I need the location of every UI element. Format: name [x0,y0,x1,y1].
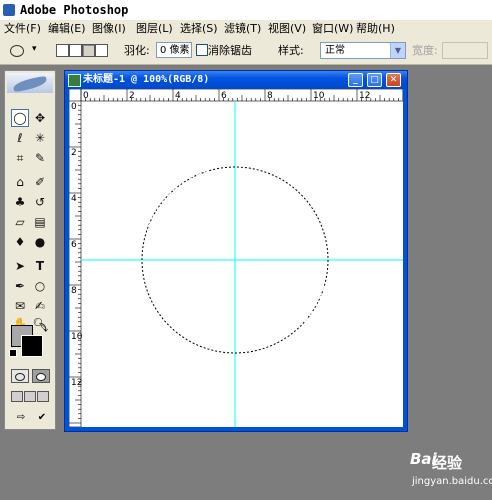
options-bar: ▾ 羽化: 0 像素 消除锯齿 样式: 正常 ▼ 宽度: [0,38,492,65]
intersect-selection-button[interactable] [95,44,108,57]
ruler-left-label: 10 [71,332,83,342]
top-ruler [69,89,403,102]
move-tool-icon[interactable]: ✥ [31,109,49,127]
document-icon [68,74,81,87]
full-screen-mode-button[interactable] [37,391,49,402]
default-colors-icon[interactable] [9,349,17,357]
full-screen-menu-mode-button[interactable] [24,391,36,402]
crop-tool-icon[interactable]: ⌗ [11,149,29,167]
toolbox-header[interactable] [7,73,53,93]
baidu-jingyan-watermark: Bai 经验 jingyan.baidu.com [380,446,492,494]
feather-icon [12,75,48,93]
ruler-top-label: 2 [129,91,135,101]
marquee-tool-icon[interactable]: ◯ [11,109,29,127]
style-label: 样式: [278,44,304,57]
ruler-top-label: 10 [313,91,325,101]
watermark-url: jingyan.baidu.com [412,476,492,487]
new-selection-button[interactable] [56,44,69,57]
magic-wand-tool-icon[interactable]: ✳ [31,129,49,147]
clone-stamp-tool-icon[interactable]: ♣ [11,193,29,211]
subtract-from-selection-button[interactable] [82,44,95,57]
jump-to-imageready-icon[interactable]: ⇨ [11,411,31,425]
shape-tool-icon[interactable]: ○ [31,277,49,295]
maximize-button[interactable]: □ [367,73,382,87]
gradient-tool-icon[interactable]: ▤ [31,213,49,231]
pen-tool-icon[interactable]: ✒ [11,277,29,295]
selection-gap-segment [304,286,325,322]
lasso-tool-icon[interactable]: ℓ [11,129,29,147]
swap-colors-icon[interactable]: ⤵ [39,321,48,334]
menu-filter[interactable]: 滤镜(T) [224,22,261,36]
path-selection-tool-icon[interactable]: ➤ [11,257,29,275]
ruler-top-label: 0 [83,91,89,101]
notes-tool-icon[interactable]: ✉ [11,297,29,315]
type-tool-icon[interactable]: T [31,257,49,275]
width-label: 宽度: [412,44,438,57]
feather-label: 羽化: [124,44,150,57]
photoshop-logo-icon [3,4,15,16]
menu-help[interactable]: 帮助(H) [356,22,395,36]
ruler-left-label: 6 [71,240,77,250]
selection-gap-segment [148,170,210,227]
watermark-label: 经验 [432,454,463,472]
document-window: 未标题-1 @ 100%(RGB/8) _ □ ✕ 0 2 4 6 8 10 1… [64,70,408,432]
dodge-tool-icon[interactable]: ● [31,233,49,251]
app-title: Adobe Photoshop [20,3,129,17]
canvas[interactable]: 0 2 4 6 8 10 12 0 2 4 6 8 10 12 [69,89,403,427]
blur-tool-icon[interactable]: ♦ [11,233,29,251]
width-input [442,42,488,59]
history-brush-tool-icon[interactable]: ↺ [31,193,49,211]
left-ruler [69,89,82,427]
ruler-top-label: 12 [359,91,370,101]
canvas-area[interactable]: 0 2 4 6 8 10 12 0 2 4 6 8 10 12 [69,89,403,427]
minimize-button[interactable]: _ [348,73,363,87]
ruler-left-label: 4 [71,194,77,204]
menu-window[interactable]: 窗口(W) [312,22,353,36]
slice-tool-icon[interactable]: ✎ [31,149,49,167]
feather-input[interactable]: 0 像素 [156,42,192,58]
toolbox: ◯ ✥ ℓ ✳ ⌗ ✎ ⌂ ✐ ♣ ↺ ▱ ▤ ♦ ● ➤ T ✒ ○ ✉ ✍ … [4,70,56,430]
standard-mode-button[interactable] [11,369,29,383]
menu-edit[interactable]: 编辑(E) [48,22,86,36]
eyedropper-tool-icon[interactable]: ✍ [31,297,49,315]
ruler-left-label: 8 [71,286,77,296]
menu-file[interactable]: 文件(F) [4,22,41,36]
menu-image[interactable]: 图像(I) [92,22,126,36]
eraser-tool-icon[interactable]: ▱ [11,213,29,231]
ruler-top-label: 8 [267,91,273,101]
antialias-label: 消除锯齿 [208,44,252,57]
healing-brush-tool-icon[interactable]: ⌂ [11,173,29,191]
antialias-checkbox[interactable] [196,44,208,56]
brush-tool-icon[interactable]: ✐ [31,173,49,191]
ruler-top-label: 6 [221,91,227,101]
menu-view[interactable]: 视图(V) [268,22,306,36]
chevron-down-icon: ▼ [390,43,405,58]
dropdown-arrow-icon: ▾ [32,44,37,54]
standard-screen-mode-button[interactable] [11,391,23,402]
document-title: 未标题-1 @ 100%(RGB/8) [83,74,210,85]
ruler-left-label: 0 [71,102,77,112]
app-title-bar: Adobe Photoshop [0,0,492,20]
menu-layer[interactable]: 图层(L) [136,22,173,36]
style-value: 正常 [325,45,345,56]
ruler-top-label: 4 [175,91,181,101]
ellipse-icon [10,45,24,57]
tool-preset-picker[interactable]: ▾ [6,43,44,59]
quick-mask-mode-button[interactable] [32,369,50,383]
background-color-swatch[interactable] [21,335,43,357]
ruler-left-label: 12 [71,378,82,388]
imageready-icon[interactable]: ✔ [32,411,52,425]
ruler-left-label: 2 [71,148,77,158]
add-to-selection-button[interactable] [69,44,82,57]
menu-bar: 文件(F) 编辑(E) 图像(I) 图层(L) 选择(S) 滤镜(T) 视图(V… [0,20,492,39]
close-button[interactable]: ✕ [386,73,401,87]
menu-select[interactable]: 选择(S) [180,22,218,36]
document-title-bar[interactable]: 未标题-1 @ 100%(RGB/8) _ □ ✕ [65,71,407,89]
style-dropdown[interactable]: 正常 ▼ [320,42,406,59]
